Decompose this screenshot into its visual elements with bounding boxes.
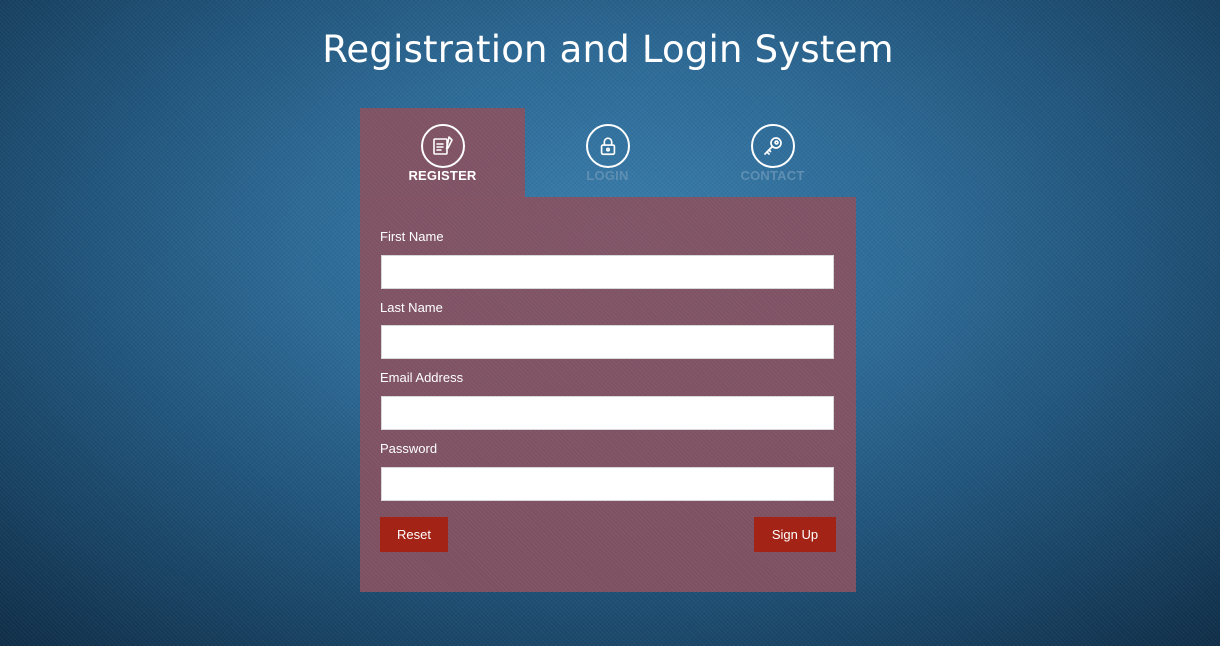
tab-register-label: REGISTER — [408, 168, 477, 183]
email-address-label: Email Address — [380, 370, 464, 385]
page-title: Registration and Login System — [322, 28, 894, 71]
sign-up-button[interactable]: Sign Up — [754, 517, 836, 552]
password-label: Password — [380, 441, 438, 456]
reset-button[interactable]: Reset — [380, 517, 448, 552]
lock-icon — [586, 124, 630, 168]
registration-form: First Name Last Name Email Address Passw… — [360, 197, 856, 592]
tab-contact-label: CONTACT — [740, 168, 805, 183]
last-name-input[interactable] — [381, 325, 834, 359]
tab-login-label: LOGIN — [586, 168, 629, 183]
first-name-input[interactable] — [381, 255, 834, 289]
register-form-icon — [421, 124, 465, 168]
email-input[interactable] — [381, 396, 834, 430]
tab-contact[interactable]: CONTACT — [690, 108, 855, 198]
first-name-label: First Name — [380, 229, 444, 244]
key-icon — [751, 124, 795, 168]
tab-register[interactable]: REGISTER — [360, 108, 525, 198]
password-input[interactable] — [381, 467, 834, 501]
last-name-label: Last Name — [380, 300, 443, 315]
tab-login[interactable]: LOGIN — [525, 108, 690, 198]
